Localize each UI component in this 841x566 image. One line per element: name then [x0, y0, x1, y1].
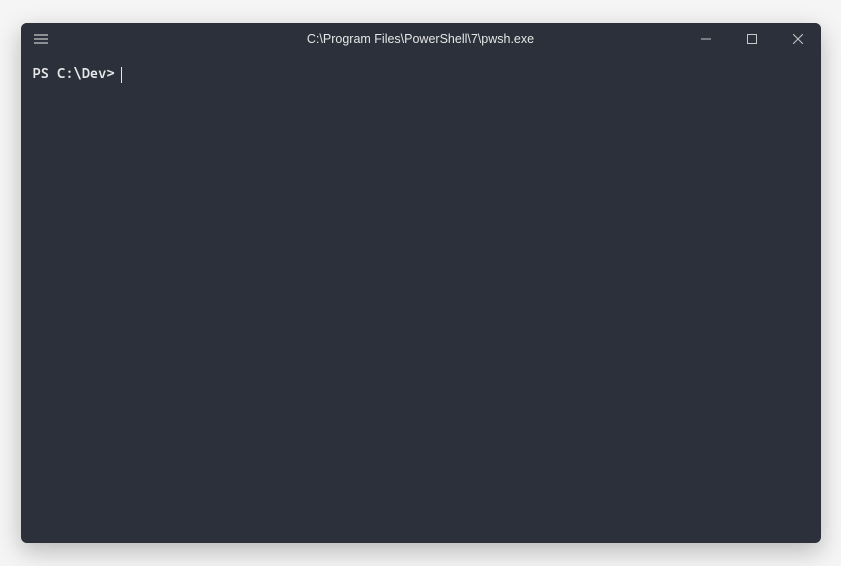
close-button[interactable]	[775, 23, 821, 55]
titlebar: C:\Program Files\PowerShell\7\pwsh.exe	[21, 23, 821, 55]
text-cursor	[121, 67, 122, 83]
terminal-viewport[interactable]: PS C:\Dev>	[21, 55, 821, 543]
prompt-line: PS C:\Dev>	[33, 65, 809, 85]
minimize-button[interactable]	[683, 23, 729, 55]
minimize-icon	[701, 34, 711, 44]
menu-button[interactable]	[21, 23, 61, 55]
window-controls	[683, 23, 821, 55]
window-title: C:\Program Files\PowerShell\7\pwsh.exe	[307, 32, 534, 46]
hamburger-icon	[34, 34, 48, 44]
close-icon	[793, 34, 803, 44]
maximize-icon	[747, 34, 757, 44]
terminal-window: C:\Program Files\PowerShell\7\pwsh.exe	[21, 23, 821, 543]
maximize-button[interactable]	[729, 23, 775, 55]
prompt-text: PS C:\Dev>	[33, 65, 115, 85]
